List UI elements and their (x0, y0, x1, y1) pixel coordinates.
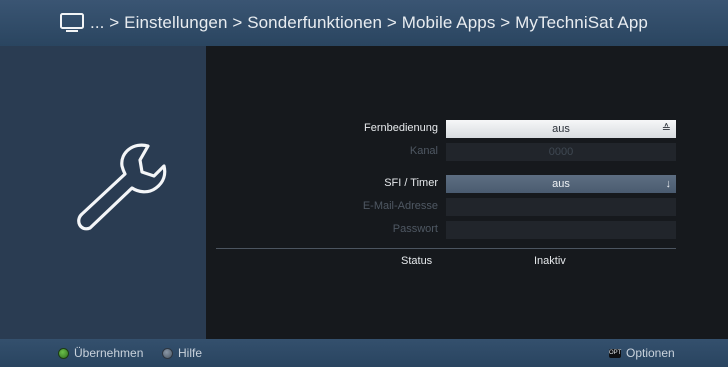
footer-bar: Übernehmen Hilfe OPT Optionen (0, 339, 728, 367)
sfi-timer-label: SFI / Timer (384, 177, 438, 189)
kanal-field[interactable]: 0000 (446, 143, 676, 161)
uebernehmen-button[interactable]: Übernehmen (58, 346, 143, 360)
passwort-field[interactable] (446, 221, 676, 239)
opt-key-icon: OPT (609, 348, 622, 358)
header-bar: ... > Einstellungen > Sonderfunktionen >… (0, 0, 728, 46)
divider (216, 248, 676, 249)
kanal-value: 0000 (548, 146, 574, 158)
sfi-timer-value: aus (552, 178, 570, 190)
optionen-button[interactable]: OPT Optionen (609, 346, 675, 360)
email-field[interactable] (446, 198, 676, 216)
setting-row-kanal: Kanal 0000 (206, 143, 728, 162)
sfi-timer-select[interactable]: aus ↓ (446, 175, 676, 193)
setting-row-passwort: Passwort (206, 221, 728, 240)
passwort-label: Passwort (392, 223, 438, 235)
kanal-label: Kanal (409, 145, 438, 157)
setting-row-email: E-Mail-Adresse (206, 198, 728, 217)
uebernehmen-label: Übernehmen (74, 346, 144, 360)
breadcrumb: ... > Einstellungen > Sonderfunktionen >… (90, 13, 648, 32)
info-button-icon (162, 347, 173, 359)
hilfe-button[interactable]: Hilfe (162, 346, 202, 360)
side-panel (0, 46, 206, 339)
tv-icon (60, 13, 84, 33)
status-value: Inaktiv (534, 255, 566, 267)
green-button-icon (58, 347, 69, 359)
optionen-label: Optionen (626, 346, 675, 360)
toggle-arrows-icon: ≙ (661, 123, 671, 135)
fernbedienung-label: Fernbedienung (363, 122, 438, 134)
setting-row-fernbedienung: Fernbedienung aus ≙ (206, 120, 728, 139)
fernbedienung-value: aus (552, 123, 570, 135)
status-label: Status (401, 255, 433, 267)
email-label: E-Mail-Adresse (362, 200, 438, 212)
fernbedienung-toggle[interactable]: aus ≙ (446, 120, 676, 138)
setting-row-sfi-timer: SFI / Timer aus ↓ (206, 175, 728, 194)
wrench-icon (60, 132, 180, 247)
settings-panel: Fernbedienung aus ≙ Kanal 0000 SFI / Tim… (206, 46, 728, 339)
down-arrow-icon: ↓ (665, 178, 672, 190)
hilfe-label: Hilfe (178, 346, 203, 360)
